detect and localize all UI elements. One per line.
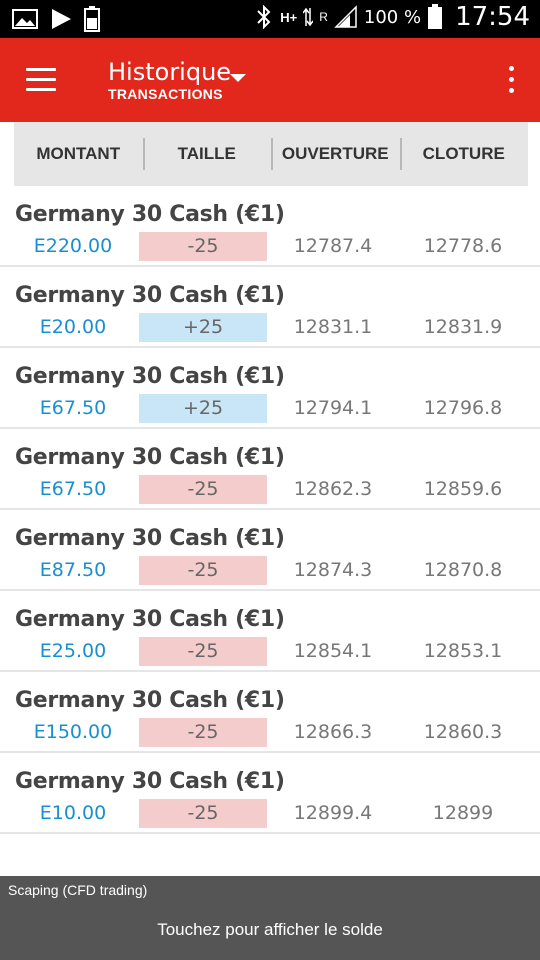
amount-value: E10.00 xyxy=(39,802,107,824)
page-subtitle: TRANSACTIONS xyxy=(108,86,223,102)
battery-percent: 100 % xyxy=(363,6,422,28)
amount-value: E25.00 xyxy=(39,640,107,662)
instrument-name: Germany 30 Cash (€1) xyxy=(15,202,285,227)
amount-value: E150.00 xyxy=(33,721,113,743)
column-header-amount[interactable]: MONTANT xyxy=(14,144,143,164)
instrument-name: Germany 30 Cash (€1) xyxy=(15,526,285,551)
roaming-label: R xyxy=(319,10,328,24)
image-icon xyxy=(12,9,38,29)
amount-value: E20.00 xyxy=(39,316,107,338)
screen-selector[interactable]: Historique TRANSACTIONS xyxy=(108,58,231,102)
open-value: 12794.1 xyxy=(293,397,373,419)
instrument-name: Germany 30 Cash (€1) xyxy=(15,364,285,389)
size-value: -25 xyxy=(139,556,267,585)
data-arrows-icon xyxy=(303,7,314,27)
column-header: MONTANT TAILLE OUVERTURE CLOTURE xyxy=(14,122,528,186)
show-balance-prompt[interactable]: Touchez pour afficher le solde xyxy=(0,920,540,940)
transaction-row[interactable]: Germany 30 Cash (€1) E220.00 -25 12787.4… xyxy=(0,186,540,267)
signal-icon xyxy=(334,5,357,28)
size-value: -25 xyxy=(139,637,267,666)
transactions-list: Germany 30 Cash (€1) E220.00 -25 12787.4… xyxy=(0,186,540,834)
clock: 17:54 xyxy=(455,2,530,32)
instrument-name: Germany 30 Cash (€1) xyxy=(15,769,285,794)
column-header-open[interactable]: OUVERTURE xyxy=(271,138,400,170)
app-bar: Historique TRANSACTIONS xyxy=(0,38,540,122)
amount-value: E220.00 xyxy=(33,235,113,257)
hamburger-menu-icon[interactable] xyxy=(26,68,58,92)
transaction-row[interactable]: Germany 30 Cash (€1) E25.00 -25 12854.1 … xyxy=(0,591,540,672)
transaction-row[interactable]: Germany 30 Cash (€1) E150.00 -25 12866.3… xyxy=(0,672,540,753)
close-value: 12860.3 xyxy=(423,721,503,743)
overflow-menu-icon[interactable] xyxy=(506,66,516,94)
size-value: -25 xyxy=(139,475,267,504)
dropdown-caret-icon[interactable] xyxy=(230,74,246,82)
play-store-icon xyxy=(52,9,71,29)
battery-icon xyxy=(428,4,443,29)
close-value: 12831.9 xyxy=(423,316,503,338)
instrument-name: Germany 30 Cash (€1) xyxy=(15,283,285,308)
amount-value: E87.50 xyxy=(39,559,107,581)
open-value: 12854.1 xyxy=(293,640,373,662)
size-value: -25 xyxy=(139,232,267,261)
status-bar: H+ R 100 % 17:54 xyxy=(0,0,540,38)
open-value: 12862.3 xyxy=(293,478,373,500)
open-value: 12899.4 xyxy=(293,802,373,824)
transaction-row[interactable]: Germany 30 Cash (€1) E67.50 -25 12862.3 … xyxy=(0,429,540,510)
page-title: Historique xyxy=(108,58,232,86)
open-value: 12787.4 xyxy=(293,235,373,257)
close-value: 12899 xyxy=(432,802,494,824)
open-value: 12831.1 xyxy=(293,316,373,338)
transaction-row[interactable]: Germany 30 Cash (€1) E10.00 -25 12899.4 … xyxy=(0,753,540,834)
amount-value: E67.50 xyxy=(39,478,107,500)
network-type-label: H+ xyxy=(280,9,298,25)
close-value: 12859.6 xyxy=(423,478,503,500)
transaction-row[interactable]: Germany 30 Cash (€1) E67.50 +25 12794.1 … xyxy=(0,348,540,429)
transaction-row[interactable]: Germany 30 Cash (€1) E87.50 -25 12874.3 … xyxy=(0,510,540,591)
size-value: -25 xyxy=(139,718,267,747)
close-value: 12870.8 xyxy=(423,559,503,581)
size-value: +25 xyxy=(139,394,267,423)
close-value: 12796.8 xyxy=(423,397,503,419)
open-value: 12866.3 xyxy=(293,721,373,743)
instrument-name: Germany 30 Cash (€1) xyxy=(15,445,285,470)
close-value: 12853.1 xyxy=(423,640,503,662)
instrument-name: Germany 30 Cash (€1) xyxy=(15,607,285,632)
balance-bar[interactable]: Scaping (CFD trading) Touchez pour affic… xyxy=(0,876,540,960)
column-header-close[interactable]: CLOTURE xyxy=(399,138,529,170)
size-value: -25 xyxy=(139,799,267,828)
column-header-size[interactable]: TAILLE xyxy=(142,138,272,170)
account-name: Scaping (CFD trading) xyxy=(8,882,148,898)
amount-value: E67.50 xyxy=(39,397,107,419)
transaction-row[interactable]: Germany 30 Cash (€1) E20.00 +25 12831.1 … xyxy=(0,267,540,348)
bluetooth-icon xyxy=(257,5,271,29)
size-value: +25 xyxy=(139,313,267,342)
battery-status-icon xyxy=(84,6,100,32)
instrument-name: Germany 30 Cash (€1) xyxy=(15,688,285,713)
close-value: 12778.6 xyxy=(423,235,503,257)
open-value: 12874.3 xyxy=(293,559,373,581)
